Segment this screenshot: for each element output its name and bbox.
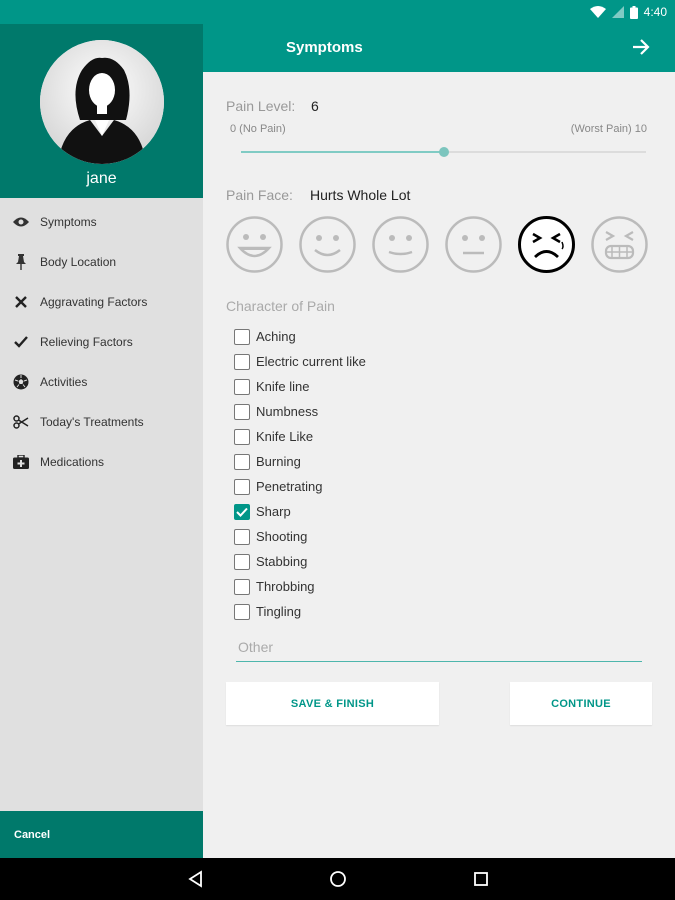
checkbox-label: Stabbing <box>256 554 308 569</box>
sidebar-item-label: Symptoms <box>40 215 97 229</box>
checkbox-label: Throbbing <box>256 579 315 594</box>
character-of-pain-label: Character of Pain <box>226 298 335 314</box>
checkbox-label: Tingling <box>256 604 302 619</box>
cancel-button[interactable]: Cancel <box>0 811 203 858</box>
no-hurt-face-icon[interactable] <box>226 216 283 273</box>
hurts-whole-lot-face-icon[interactable] <box>518 216 575 273</box>
pain-face-label: Pain Face: <box>226 187 293 203</box>
checkbox-tingling[interactable]: Tingling <box>234 599 534 624</box>
username: jane <box>86 170 117 187</box>
checkbox[interactable] <box>234 528 250 545</box>
slider-thumb[interactable] <box>438 147 449 157</box>
checkbox-burning[interactable]: Burning <box>234 449 534 474</box>
sidebar-item-aggravating-factors[interactable]: Aggravating Factors <box>0 282 203 322</box>
sidebar-item-todays-treatments[interactable]: Today's Treatments <box>0 402 203 442</box>
sidebar-item-label: Body Location <box>40 255 117 269</box>
pain-face-selector <box>226 216 656 274</box>
checkbox-numbness[interactable]: Numbness <box>234 399 534 424</box>
checkbox[interactable] <box>234 353 250 370</box>
sidebar-item-body-location[interactable]: Body Location <box>0 242 203 282</box>
checkbox[interactable] <box>234 478 250 495</box>
soccer-ball-icon <box>13 374 29 390</box>
sidebar-item-label: Aggravating Factors <box>40 295 148 309</box>
hurts-even-more-face-icon[interactable] <box>445 216 502 273</box>
scissors-icon <box>13 414 29 430</box>
checkbox-electric-current-like[interactable]: Electric current like <box>234 349 534 374</box>
checkbox-penetrating[interactable]: Penetrating <box>234 474 534 499</box>
battery-icon <box>629 5 638 19</box>
checkbox[interactable] <box>234 428 250 445</box>
home-icon[interactable] <box>329 870 347 888</box>
pain-face-value: Hurts Whole Lot <box>310 187 411 203</box>
app-bar: Symptoms <box>203 24 675 72</box>
eye-icon <box>13 214 29 230</box>
pain-level-value: 6 <box>311 98 319 114</box>
wifi-icon <box>589 6 606 18</box>
sidebar-item-symptoms[interactable]: Symptoms <box>0 202 203 242</box>
sidebar-item-label: Medications <box>40 455 105 469</box>
recents-icon[interactable] <box>472 870 490 888</box>
medical-kit-icon <box>13 454 29 470</box>
checkbox[interactable] <box>234 328 250 345</box>
x-icon <box>13 294 29 310</box>
hurts-worst-face-icon[interactable] <box>591 216 648 273</box>
arrow-right-icon[interactable] <box>631 37 651 62</box>
page-title: Symptoms <box>286 39 363 56</box>
sidebar-item-label: Activities <box>40 375 88 389</box>
checkbox-label: Penetrating <box>256 479 323 494</box>
symptoms-form: Pain Level: 6 0 (No Pain) (Worst Pain) 1… <box>203 72 675 858</box>
checkbox-label: Electric current like <box>256 354 366 369</box>
checkbox[interactable] <box>234 578 250 595</box>
other-input[interactable] <box>236 632 642 662</box>
checkbox-knife-like[interactable]: Knife Like <box>234 424 534 449</box>
sidebar-item-medications[interactable]: Medications <box>0 442 203 482</box>
checkbox-knife-line[interactable]: Knife line <box>234 374 534 399</box>
sidebar-item-label: Relieving Factors <box>40 335 133 349</box>
hurts-little-more-face-icon[interactable] <box>372 216 429 273</box>
checkbox[interactable] <box>234 553 250 570</box>
checkbox[interactable] <box>234 453 250 470</box>
slider-max-label: (Worst Pain) 10 <box>570 123 647 135</box>
profile-header: jane <box>0 24 203 198</box>
sidebar-item-label: Today's Treatments <box>40 415 144 429</box>
sidebar-item-relieving-factors[interactable]: Relieving Factors <box>0 322 203 362</box>
checkbox-aching[interactable]: Aching <box>234 324 534 349</box>
checkbox-stabbing[interactable]: Stabbing <box>234 549 534 574</box>
checkbox-label: Sharp <box>256 504 291 519</box>
checkbox[interactable] <box>234 603 250 620</box>
pin-icon <box>13 254 29 270</box>
hurts-little-bit-face-icon[interactable] <box>299 216 356 273</box>
checkbox[interactable] <box>234 378 250 395</box>
signal-icon <box>611 6 624 18</box>
pain-level-slider[interactable] <box>241 147 646 157</box>
status-time: 4:40 <box>643 5 667 19</box>
checkmark-icon <box>13 334 29 350</box>
checkbox[interactable] <box>234 503 250 520</box>
pain-level-label: Pain Level: <box>226 98 296 114</box>
save-finish-button[interactable]: SAVE & FINISH <box>226 682 439 725</box>
character-checklist: Aching Electric current like Knife line … <box>234 324 534 624</box>
checkbox-shooting[interactable]: Shooting <box>234 524 534 549</box>
system-nav-bar <box>0 858 675 900</box>
checkbox-label: Numbness <box>256 404 319 419</box>
checkbox-label: Knife Like <box>256 429 314 444</box>
checkbox-label: Shooting <box>256 529 308 544</box>
continue-button[interactable]: CONTINUE <box>510 682 652 725</box>
navigation-drawer: jane Symptoms Body Location Aggravating … <box>0 24 203 858</box>
checkbox[interactable] <box>234 403 250 420</box>
checkbox-label: Aching <box>256 329 296 344</box>
checkbox-throbbing[interactable]: Throbbing <box>234 574 534 599</box>
drawer-menu: Symptoms Body Location Aggravating Facto… <box>0 202 203 482</box>
checkbox-label: Burning <box>256 454 301 469</box>
avatar[interactable] <box>40 40 164 164</box>
sidebar-item-activities[interactable]: Activities <box>0 362 203 402</box>
checkbox-label: Knife line <box>256 379 310 394</box>
back-icon[interactable] <box>187 870 205 888</box>
checkbox-sharp[interactable]: Sharp <box>234 499 534 524</box>
status-bar: 4:40 <box>0 0 675 24</box>
slider-fill <box>241 151 444 153</box>
slider-min-label: 0 (No Pain) <box>230 123 286 135</box>
